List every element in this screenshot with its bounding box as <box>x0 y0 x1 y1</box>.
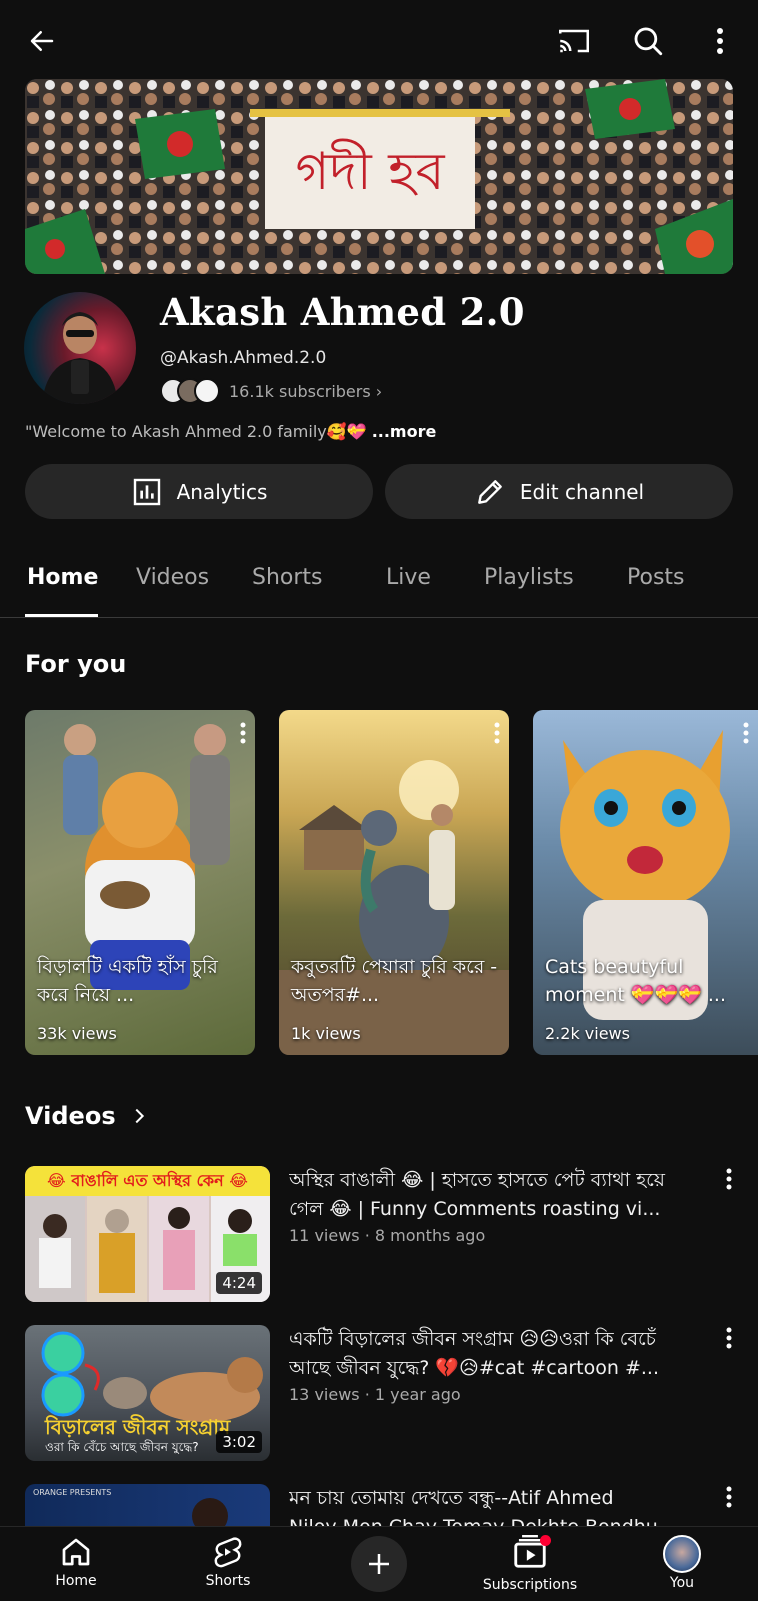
subscriber-count: 16.1k subscribers › <box>229 381 383 401</box>
tab-playlists[interactable]: Playlists <box>484 565 574 590</box>
pencil-icon <box>478 479 502 504</box>
thumbnail-caption: 😂 বাঙালি এত অস্থির কেন 😂 <box>25 1166 270 1196</box>
video-title[interactable]: মন চায় তোমায় দেখতে বন্ধু--Atif Ahmed N… <box>289 1484 714 1526</box>
video-title[interactable]: অস্থির বাঙালী 😂 | হাসতে হাসতে পেট ব্যাথা… <box>289 1166 714 1224</box>
thumbnail-subcaption: ওরা কি বেঁচে আছে জীবন যুদ্ধে? <box>45 1440 199 1454</box>
description-more-link[interactable]: ...more <box>372 422 437 441</box>
nav-home[interactable]: Home <box>16 1527 136 1601</box>
short-title: বিড়ালটি একটি হাঁস চুরি করে নিয়ে ... <box>37 956 218 1006</box>
video-more-icon[interactable] <box>725 1327 733 1353</box>
short-card[interactable]: বিড়ালটি একটি হাঁস চুরি করে নিয়ে ... 33… <box>25 710 255 1055</box>
short-title: কবুতরটি পেয়ারা চুরি করে - অতপর#... <box>291 956 498 1006</box>
video-thumbnail[interactable]: ORANGE PRESENTS <box>25 1484 270 1526</box>
short-views: 2.2k views <box>545 1024 630 1043</box>
nav-subscriptions[interactable]: Subscriptions <box>470 1527 590 1601</box>
description-text: "Welcome to Akash Ahmed 2.0 family🥰💝 <box>25 422 367 441</box>
top-app-bar <box>0 0 758 80</box>
video-title-line: অস্থির বাঙালী 😂 | হাসতে হাসতে পেট ব্যাথা… <box>289 1169 666 1191</box>
nav-shorts-label: Shorts <box>205 1573 251 1589</box>
short-views: 33k views <box>37 1024 117 1043</box>
tab-home[interactable]: Home <box>27 565 98 590</box>
short-title: Cats beautyful moment 💝💝💝 ... <box>545 956 726 1006</box>
nav-create[interactable] <box>319 1527 439 1601</box>
videos-section-header[interactable]: Videos <box>25 1102 150 1130</box>
analytics-label: Analytics <box>176 479 268 504</box>
notification-dot <box>540 1535 551 1546</box>
short-card[interactable]: কবুতরটি পেয়ারা চুরি করে - অতপর#... 1k v… <box>279 710 509 1055</box>
video-thumbnail[interactable]: বিড়ালের জীবন সংগ্রাম ওরা কি বেঁচে আছে জ… <box>25 1325 270 1461</box>
analytics-icon <box>133 478 160 505</box>
subscribers-row[interactable]: 16.1k subscribers › <box>160 378 382 404</box>
video-duration: 4:24 <box>216 1272 262 1294</box>
video-title-line: আছে জীবন যুদ্ধে? 💔😥#cat #cartoon #... <box>289 1357 659 1379</box>
tab-shorts[interactable]: Shorts <box>252 565 323 590</box>
edit-channel-label: Edit channel <box>519 479 645 504</box>
nav-you[interactable]: You <box>622 1527 742 1601</box>
tab-posts[interactable]: Posts <box>627 565 685 590</box>
short-more-icon[interactable] <box>239 722 247 748</box>
video-meta: 11 views · 8 months ago <box>289 1226 486 1245</box>
subscriber-avatar <box>194 378 220 404</box>
active-tab-indicator <box>25 614 98 617</box>
video-title-line: গেল 😂 | Funny Comments roasting vi... <box>289 1198 661 1220</box>
for-you-heading: For you <box>25 650 127 678</box>
subscriptions-icon <box>511 1533 551 1575</box>
bottom-navigation: Home Shorts Subscriptions You <box>0 1526 758 1601</box>
video-title-line: Niloy Mon Chay Tomay Dekhte Bondhu <box>289 1513 714 1526</box>
short-views: 1k views <box>291 1024 361 1043</box>
video-title[interactable]: একটি বিড়ালের জীবন সংগ্রাম 😥😥ওরা কি বেচে… <box>289 1325 714 1383</box>
short-more-icon[interactable] <box>742 722 750 748</box>
video-duration: 3:02 <box>216 1431 262 1453</box>
channel-tabs: Home Videos Shorts Live Playlists Posts <box>0 555 758 618</box>
nav-shorts[interactable]: Shorts <box>168 1527 288 1601</box>
video-more-icon[interactable] <box>725 1168 733 1194</box>
create-plus-icon <box>351 1536 407 1592</box>
videos-heading: Videos <box>25 1102 116 1130</box>
nav-subscriptions-label: Subscriptions <box>482 1577 578 1593</box>
analytics-button[interactable]: Analytics <box>25 464 373 519</box>
more-options-icon[interactable] <box>696 17 744 65</box>
video-more-icon[interactable] <box>725 1486 733 1512</box>
channel-avatar[interactable] <box>24 292 136 404</box>
tab-live[interactable]: Live <box>386 565 431 590</box>
nav-home-label: Home <box>55 1573 97 1589</box>
video-meta: 13 views · 1 year ago <box>289 1385 461 1404</box>
channel-description[interactable]: "Welcome to Akash Ahmed 2.0 family🥰💝 ...… <box>25 422 436 441</box>
short-card[interactable]: Cats beautyful moment 💝💝💝 ... 2.2k views <box>533 710 758 1055</box>
video-title-line: মন চায় তোমায় দেখতে বন্ধু--Atif Ahmed <box>289 1487 614 1509</box>
banner-sign-text: গদী হব <box>295 139 445 202</box>
short-more-icon[interactable] <box>493 722 501 748</box>
home-icon <box>62 1538 90 1566</box>
cast-icon[interactable] <box>550 17 598 65</box>
back-icon[interactable] <box>18 17 66 65</box>
tab-videos[interactable]: Videos <box>136 565 209 590</box>
shorts-icon <box>214 1537 242 1568</box>
nav-you-label: You <box>669 1575 695 1591</box>
channel-handle: @Akash.Ahmed.2.0 <box>160 348 327 368</box>
edit-channel-button[interactable]: Edit channel <box>385 464 733 519</box>
video-thumbnail[interactable]: 😂 বাঙালি এত অস্থির কেন 😂 4:24 <box>25 1166 270 1302</box>
chevron-right-icon <box>135 1108 144 1124</box>
video-title-line: একটি বিড়ালের জীবন সংগ্রাম 😥😥ওরা কি বেচে… <box>289 1328 656 1350</box>
search-icon[interactable] <box>624 17 672 65</box>
channel-name: Akash Ahmed 2.0 <box>160 290 525 334</box>
channel-banner: গদী হব <box>25 79 733 274</box>
you-avatar-icon <box>663 1535 701 1573</box>
